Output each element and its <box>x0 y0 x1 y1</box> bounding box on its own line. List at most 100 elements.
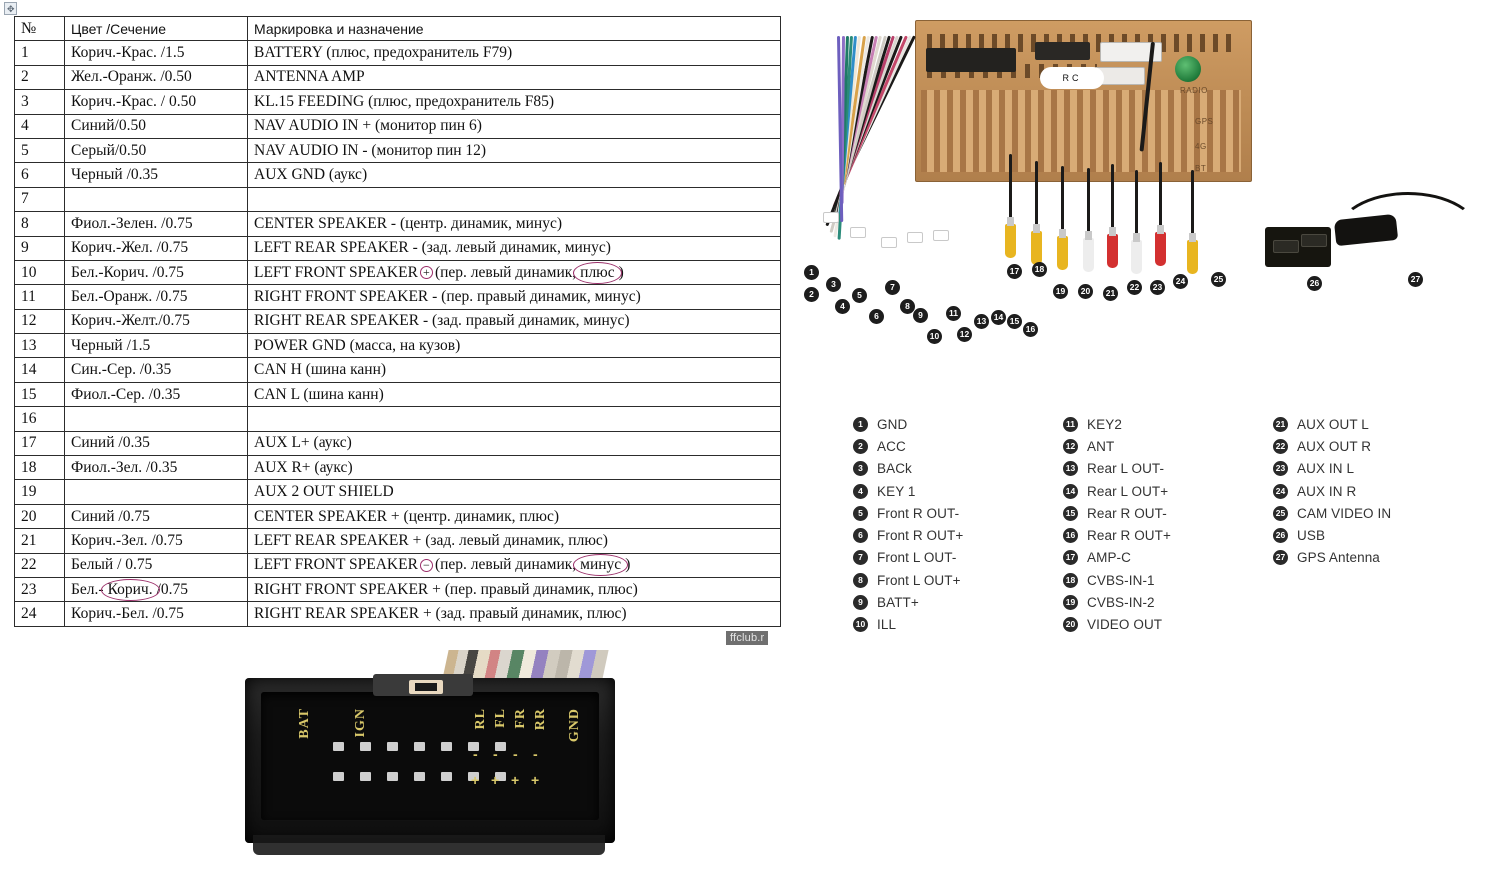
pin-number-badge: 16 <box>1063 528 1078 544</box>
table-row: 18 Фиол.-Зел. /0.35 AUX R+ (аукс) <box>14 455 781 481</box>
connector-plus-mark: + <box>511 772 520 788</box>
cell-number: 21 <box>14 528 65 554</box>
cell-color: Фиол.-Зелен. /0.75 <box>64 211 248 237</box>
rca-cable <box>1035 161 1038 233</box>
connector-pin-slot <box>387 742 398 751</box>
cell-number: 18 <box>14 455 65 481</box>
table-move-handle[interactable]: ✥ <box>4 2 17 15</box>
pin-legend-item: 27 GPS Antenna <box>1273 547 1483 569</box>
cell-number: 7 <box>14 186 65 213</box>
connector-plus-mark: + <box>491 772 500 788</box>
pin-label: Rear L OUT+ <box>1087 483 1169 499</box>
rca-cable <box>1061 166 1064 238</box>
pin-number-badge: 4 <box>853 483 868 499</box>
pin-number-badge: 6 <box>853 528 868 544</box>
pin-label: KEY 1 <box>877 483 916 499</box>
marking-prefix: LEFT FRONT SPEAKER <box>254 263 418 281</box>
pin-number-badge: 8 <box>853 572 868 588</box>
cell-number: 10 <box>14 259 65 286</box>
iso-connector-photo: BAT IGN RL FL FR RR GND - - - - + + + + <box>205 650 655 890</box>
cell-marking: KL.15 FEEDING (плюс, предохранитель F85) <box>247 89 781 115</box>
pin-legend-item: 12 ANT <box>1063 435 1273 457</box>
pin-label: ANT <box>1087 438 1115 454</box>
pin-label: AUX IN L <box>1297 461 1355 477</box>
photo-callout-5: 5 <box>852 288 867 303</box>
pin-number-badge: 21 <box>1273 416 1288 432</box>
wire-terminal-housing <box>907 232 923 243</box>
cell-color <box>64 479 248 505</box>
pin-number-badge: 10 <box>853 617 868 633</box>
pin-label: Front L OUT+ <box>877 572 961 588</box>
rca-center-pin <box>1085 231 1092 240</box>
photo-callout-15: 15 <box>1007 314 1022 329</box>
cell-color: Синий/0.50 <box>64 113 248 139</box>
pin-legend-item: 25 CAM VIDEO IN <box>1273 502 1483 524</box>
cell-color: Черный /0.35 <box>64 162 248 188</box>
cell-number: 5 <box>14 137 65 164</box>
cell-number: 16 <box>14 406 65 432</box>
pin-number-badge: 20 <box>1063 617 1078 633</box>
wire-terminal-housing <box>881 237 897 248</box>
marking-suffix: ) <box>618 263 624 281</box>
wire-terminal-housing <box>823 212 839 223</box>
cell-marking: RIGHT FRONT SPEAKER - (пер. правый динам… <box>247 284 781 310</box>
pin-legend-item: 16 Rear R OUT+ <box>1063 524 1273 546</box>
photo-callout-20: 20 <box>1078 284 1093 299</box>
photo-callout-2: 2 <box>804 287 819 302</box>
pin-legend-item: 5 Front R OUT- <box>853 502 1063 524</box>
table-row: 6 Черный /0.35 AUX GND (аукс) <box>14 162 781 188</box>
pin-number-badge: 11 <box>1063 416 1078 432</box>
cell-number: 19 <box>14 479 65 505</box>
cell-number: 23 <box>14 576 65 603</box>
cell-color: Фиол.-Зел. /0.35 <box>64 455 248 481</box>
pin-label: BATT+ <box>877 595 919 611</box>
connector-plus-mark: + <box>471 772 480 788</box>
pin-legend-item: 8 Front L OUT+ <box>853 569 1063 591</box>
pin-legend-item: 24 AUX IN R <box>1273 480 1483 502</box>
cell-color: Син.-Сер. /0.35 <box>64 357 248 383</box>
rca-connector <box>1187 233 1198 274</box>
cell-number: 2 <box>14 64 65 91</box>
pin-legend-item: 21 AUX OUT L <box>1273 413 1483 435</box>
table-row: 13 Черный /1.5 POWER GND (масса, на кузов) <box>14 333 781 359</box>
pin-label: BACk <box>877 461 912 477</box>
cell-color: Черный /1.5 <box>64 333 248 359</box>
pin-number-badge: 26 <box>1273 528 1288 544</box>
pin-number-badge: 23 <box>1273 461 1288 477</box>
rca-center-pin <box>1109 227 1116 236</box>
usb-port-1 <box>1273 240 1299 253</box>
cell-color: Бел.-Корич. /0.75 <box>64 259 248 286</box>
pin-legend-item: 15 Rear R OUT- <box>1063 502 1273 524</box>
connector-pin-slot <box>414 742 425 751</box>
cell-number: 11 <box>14 284 65 310</box>
cell-color: Синий /0.35 <box>64 430 248 457</box>
pin-legend-item: 19 CVBS-IN-2 <box>1063 591 1273 613</box>
photo-callout-9: 9 <box>913 308 928 323</box>
table-row: 19 AUX 2 OUT SHIELD <box>14 479 781 505</box>
pin-legend-item: 4 KEY 1 <box>853 480 1063 502</box>
pin-number-badge: 18 <box>1063 572 1078 588</box>
pin-legend-item: 10 ILL <box>853 614 1063 636</box>
photo-callout-6: 6 <box>869 309 884 324</box>
rca-connector <box>1155 225 1166 266</box>
cell-marking: LEFT REAR SPEAKER - (зад. левый динамик,… <box>247 235 781 261</box>
pin-number-badge: 9 <box>853 595 868 611</box>
pin-number-badge: 15 <box>1063 505 1078 521</box>
marking-circled-annotation: плюс <box>573 261 622 284</box>
cell-number: 17 <box>14 430 65 457</box>
pin-label: AUX OUT L <box>1297 416 1369 432</box>
rca-center-pin <box>1033 224 1040 233</box>
pin-label: ACC <box>877 438 906 454</box>
photo-callout-21: 21 <box>1103 286 1118 301</box>
connector-minus-mark: - <box>513 746 518 762</box>
cell-color <box>64 186 248 213</box>
rca-connector <box>1083 231 1094 272</box>
cell-marking: NAV AUDIO IN - (монитор пин 12) <box>247 137 781 164</box>
rca-cable <box>1159 162 1162 234</box>
rca-center-pin <box>1059 229 1066 238</box>
connector-label-ign: IGN <box>353 708 368 738</box>
pin-legend-item: 3 BACk <box>853 458 1063 480</box>
pin-number-badge: 24 <box>1273 483 1288 499</box>
pin-label: AMP-C <box>1087 550 1131 566</box>
pin-legend-item: 2 ACC <box>853 435 1063 457</box>
